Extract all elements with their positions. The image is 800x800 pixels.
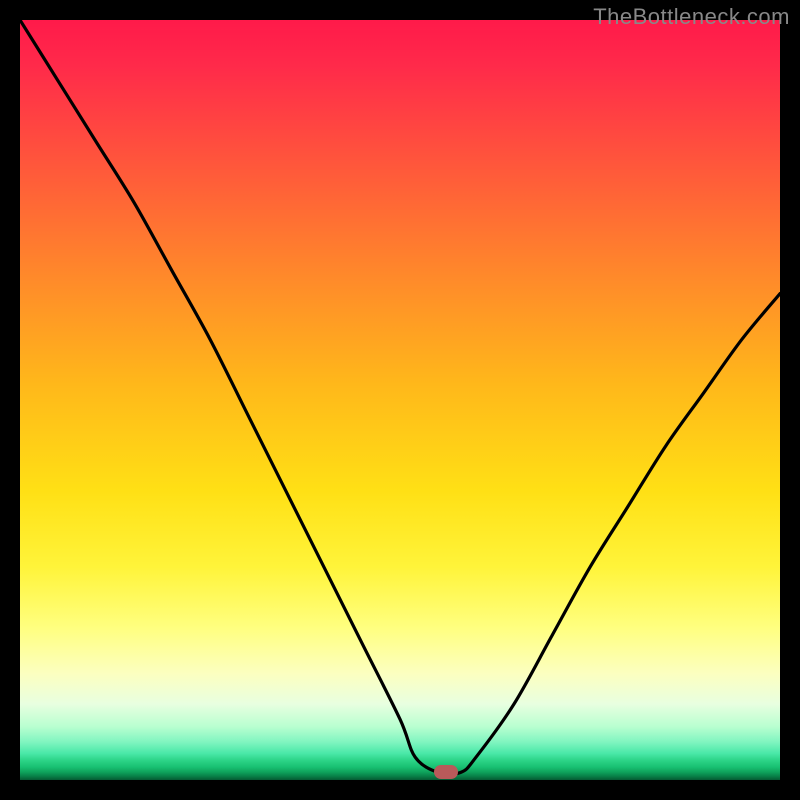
curve-path: [20, 20, 780, 774]
bottleneck-curve: [20, 20, 780, 780]
chart-container: TheBottleneck.com: [0, 0, 800, 800]
plot-area: [20, 20, 780, 780]
optimal-marker: [434, 765, 458, 779]
watermark-text: TheBottleneck.com: [593, 4, 790, 30]
